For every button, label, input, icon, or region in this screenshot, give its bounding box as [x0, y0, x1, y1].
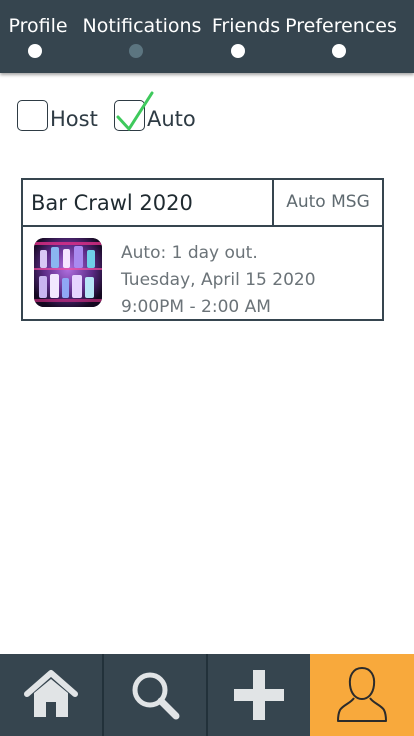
auto-msg-button[interactable]: Auto MSG — [272, 180, 382, 225]
profile-icon — [337, 666, 387, 722]
home-icon — [24, 670, 78, 717]
plus-icon — [234, 670, 284, 720]
tab-notifications-indicator — [129, 44, 143, 58]
nav-profile-button[interactable] — [310, 654, 414, 736]
event-thumbnail — [34, 238, 102, 307]
tab-friends[interactable]: Friends — [202, 0, 282, 73]
event-card-header: Bar Crawl 2020 Auto MSG — [23, 180, 382, 227]
auto-msg-button-label: Auto MSG — [286, 192, 370, 212]
bottom-nav-bar — [0, 654, 414, 736]
tab-profile[interactable]: Profile — [0, 0, 74, 73]
host-checkbox[interactable] — [17, 100, 48, 131]
tab-friends-indicator — [231, 44, 245, 58]
tab-preferences[interactable]: Preferences — [282, 0, 414, 73]
event-time: 9:00PM - 2:00 AM — [121, 297, 271, 317]
auto-checkbox[interactable] — [114, 91, 154, 131]
tab-notifications[interactable]: Notifications — [74, 0, 202, 73]
search-icon — [132, 672, 180, 720]
host-label: Host — [50, 107, 98, 131]
nav-home-button[interactable] — [0, 654, 104, 736]
tab-preferences-label: Preferences — [285, 15, 397, 37]
event-reminder: Auto: 1 day out. — [121, 243, 258, 263]
event-date: Tuesday, April 15 2020 — [121, 270, 316, 290]
auto-label: Auto — [147, 107, 196, 131]
nav-add-button[interactable] — [208, 654, 310, 736]
event-title: Bar Crawl 2020 — [31, 191, 193, 215]
tab-notifications-label: Notifications — [82, 15, 202, 37]
event-card[interactable]: Bar Crawl 2020 Auto MSG Auto: 1 day out.… — [21, 178, 384, 321]
top-tab-bar: Profile Notifications Friends Preference… — [0, 0, 414, 73]
nav-search-button[interactable] — [104, 654, 208, 736]
tab-profile-label: Profile — [8, 15, 68, 37]
tab-preferences-indicator — [332, 44, 346, 58]
auto-filter[interactable]: Auto — [114, 91, 206, 142]
host-filter[interactable]: Host — [16, 92, 106, 142]
tab-friends-label: Friends — [211, 15, 281, 37]
tab-profile-indicator — [28, 44, 42, 58]
